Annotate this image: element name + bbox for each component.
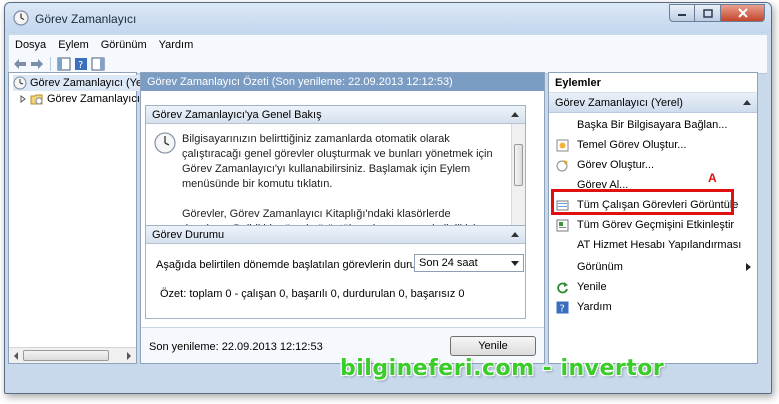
action-label: Görev Oluştur... xyxy=(577,159,655,171)
help-button[interactable]: ? xyxy=(74,57,88,71)
action-refresh[interactable]: Yenile xyxy=(549,277,757,297)
title-bar[interactable]: Görev Zamanlayıcı xyxy=(5,3,771,33)
action-connect-computer[interactable]: Başka Bir Bilgisayara Bağlan... xyxy=(549,115,757,135)
show-action-pane-button[interactable] xyxy=(91,57,105,71)
action-label: Yenile xyxy=(577,281,607,293)
action-create-task[interactable]: Görev Oluştur... xyxy=(549,155,757,175)
show-tree-button[interactable] xyxy=(57,57,71,71)
period-select-value: Son 24 saat xyxy=(419,257,478,269)
actions-title: Eylemler xyxy=(549,73,757,93)
menu-eylem[interactable]: Eylem xyxy=(52,39,95,51)
tree-item-label: Görev Zamanlayıcı K xyxy=(47,93,151,105)
action-at-service-config[interactable]: AT Hizmet Hesabı Yapılandırması xyxy=(549,235,757,255)
tree-item-root[interactable]: Görev Zamanlayıcı (Yer xyxy=(13,75,146,91)
action-help[interactable]: ? Yardım xyxy=(549,297,757,317)
status-summary: Özet: toplam 0 - çalışan 0, başarılı 0, … xyxy=(160,288,465,300)
clock-icon xyxy=(13,76,27,90)
window-title: Görev Zamanlayıcı xyxy=(35,12,137,26)
overview-header[interactable]: Görev Zamanlayıcı'ya Genel Bakış xyxy=(146,106,525,124)
status-period-label: Aşağıda belirtilen dönemde başlatılan gö… xyxy=(156,259,426,271)
overview-section: Görev Zamanlayıcı'ya Genel Bakış Bilgisa… xyxy=(145,105,526,243)
refresh-icon xyxy=(555,280,569,294)
task-status-body: Aşağıda belirtilen dönemde başlatılan gö… xyxy=(146,244,525,318)
chevron-down-icon xyxy=(511,261,519,266)
submenu-arrow-icon xyxy=(746,263,751,271)
folder-clock-icon xyxy=(30,94,43,105)
maximize-button[interactable] xyxy=(695,4,721,22)
last-refresh-text: Son yenileme: 22.09.2013 12:12:53 xyxy=(149,341,323,353)
period-select[interactable]: Son 24 saat xyxy=(414,254,524,272)
overview-paragraph: Bilgisayarınızın belirttiğiniz zamanlard… xyxy=(182,133,493,190)
menu-yardim[interactable]: Yardım xyxy=(153,39,200,51)
action-label: Başka Bir Bilgisayara Bağlan... xyxy=(577,119,728,131)
help-icon: ? xyxy=(555,300,569,314)
actions-group-label: Görev Zamanlayıcı (Yerel) xyxy=(555,97,683,109)
expand-arrow-icon xyxy=(20,95,26,103)
toolbar: ? xyxy=(9,54,767,74)
scrollbar-thumb[interactable] xyxy=(514,144,523,186)
action-label: AT Hizmet Hesabı Yapılandırması xyxy=(577,239,742,251)
action-label: Görünüm xyxy=(577,261,623,273)
action-label: Temel Görev Oluştur... xyxy=(577,139,687,151)
help-icon: ? xyxy=(75,57,87,71)
minimize-icon xyxy=(678,14,686,16)
highlight-box xyxy=(551,189,734,215)
scroll-left-icon xyxy=(14,352,18,360)
task-status-title: Görev Durumu xyxy=(152,229,225,241)
action-label: Yardım xyxy=(577,301,612,313)
create-task-icon xyxy=(555,158,569,172)
blank-icon xyxy=(555,238,569,252)
history-icon xyxy=(555,218,569,232)
horizontal-scrollbar[interactable] xyxy=(9,347,136,363)
toolbar-separator xyxy=(50,56,51,71)
tree-item-label: Görev Zamanlayıcı (Yer xyxy=(30,77,146,89)
back-arrow-icon xyxy=(14,58,26,69)
basic-task-icon xyxy=(555,138,569,152)
actions-pane: Eylemler Görev Zamanlayıcı (Yerel) Başka… xyxy=(548,72,758,364)
console-tree: Görev Zamanlayıcı (Yer Görev Zamanlayıcı… xyxy=(8,72,150,364)
task-status-section: Görev Durumu Aşağıda belirtilen dönemde … xyxy=(145,225,526,319)
refresh-button[interactable]: Yenile xyxy=(450,336,536,356)
close-icon xyxy=(737,8,748,18)
actions-group-header[interactable]: Görev Zamanlayıcı (Yerel) xyxy=(549,93,757,113)
svg-text:?: ? xyxy=(78,60,83,71)
window-controls xyxy=(669,4,765,22)
action-view-menu[interactable]: Görünüm xyxy=(549,257,757,277)
svg-text:?: ? xyxy=(559,303,564,314)
collapse-caret-icon[interactable] xyxy=(743,100,751,105)
menu-dosya[interactable]: Dosya xyxy=(9,39,52,51)
overview-title: Görev Zamanlayıcı'ya Genel Bakış xyxy=(152,109,322,121)
blank-icon xyxy=(555,260,569,274)
close-button[interactable] xyxy=(721,4,765,22)
clock-icon xyxy=(154,132,176,154)
annotation-label: A xyxy=(708,171,717,185)
forward-arrow-icon xyxy=(31,58,43,69)
minimize-button[interactable] xyxy=(669,4,695,22)
clock-icon xyxy=(13,10,29,26)
summary-header: Görev Zamanlayıcı Özeti (Son yenileme: 2… xyxy=(141,73,544,91)
menu-bar: Dosya Eylem Görünüm Yardım xyxy=(9,35,767,54)
scrollbar-thumb[interactable] xyxy=(23,350,109,361)
collapse-caret-icon[interactable] xyxy=(511,112,519,117)
menu-gorunum[interactable]: Görünüm xyxy=(95,39,153,51)
scroll-right-icon xyxy=(127,352,131,360)
watermark-text: bilgineferi.com - invertor xyxy=(340,356,665,381)
maximize-icon xyxy=(702,8,713,18)
action-create-basic-task[interactable]: Temel Görev Oluştur... xyxy=(549,135,757,155)
tree-item-library[interactable]: Görev Zamanlayıcı K xyxy=(19,91,150,107)
back-button[interactable] xyxy=(13,57,27,71)
blank-icon xyxy=(555,118,569,132)
action-enable-history[interactable]: Tüm Görev Geçmişini Etkinleştir xyxy=(549,215,757,235)
collapse-caret-icon[interactable] xyxy=(511,232,519,237)
task-status-header[interactable]: Görev Durumu xyxy=(146,226,525,244)
console-tree-icon xyxy=(57,57,71,70)
summary-pane: Görev Zamanlayıcı Özeti (Son yenileme: 2… xyxy=(140,72,545,364)
forward-button[interactable] xyxy=(30,57,44,71)
action-pane-icon xyxy=(91,57,105,70)
action-label: Tüm Görev Geçmişini Etkinleştir xyxy=(577,219,735,231)
